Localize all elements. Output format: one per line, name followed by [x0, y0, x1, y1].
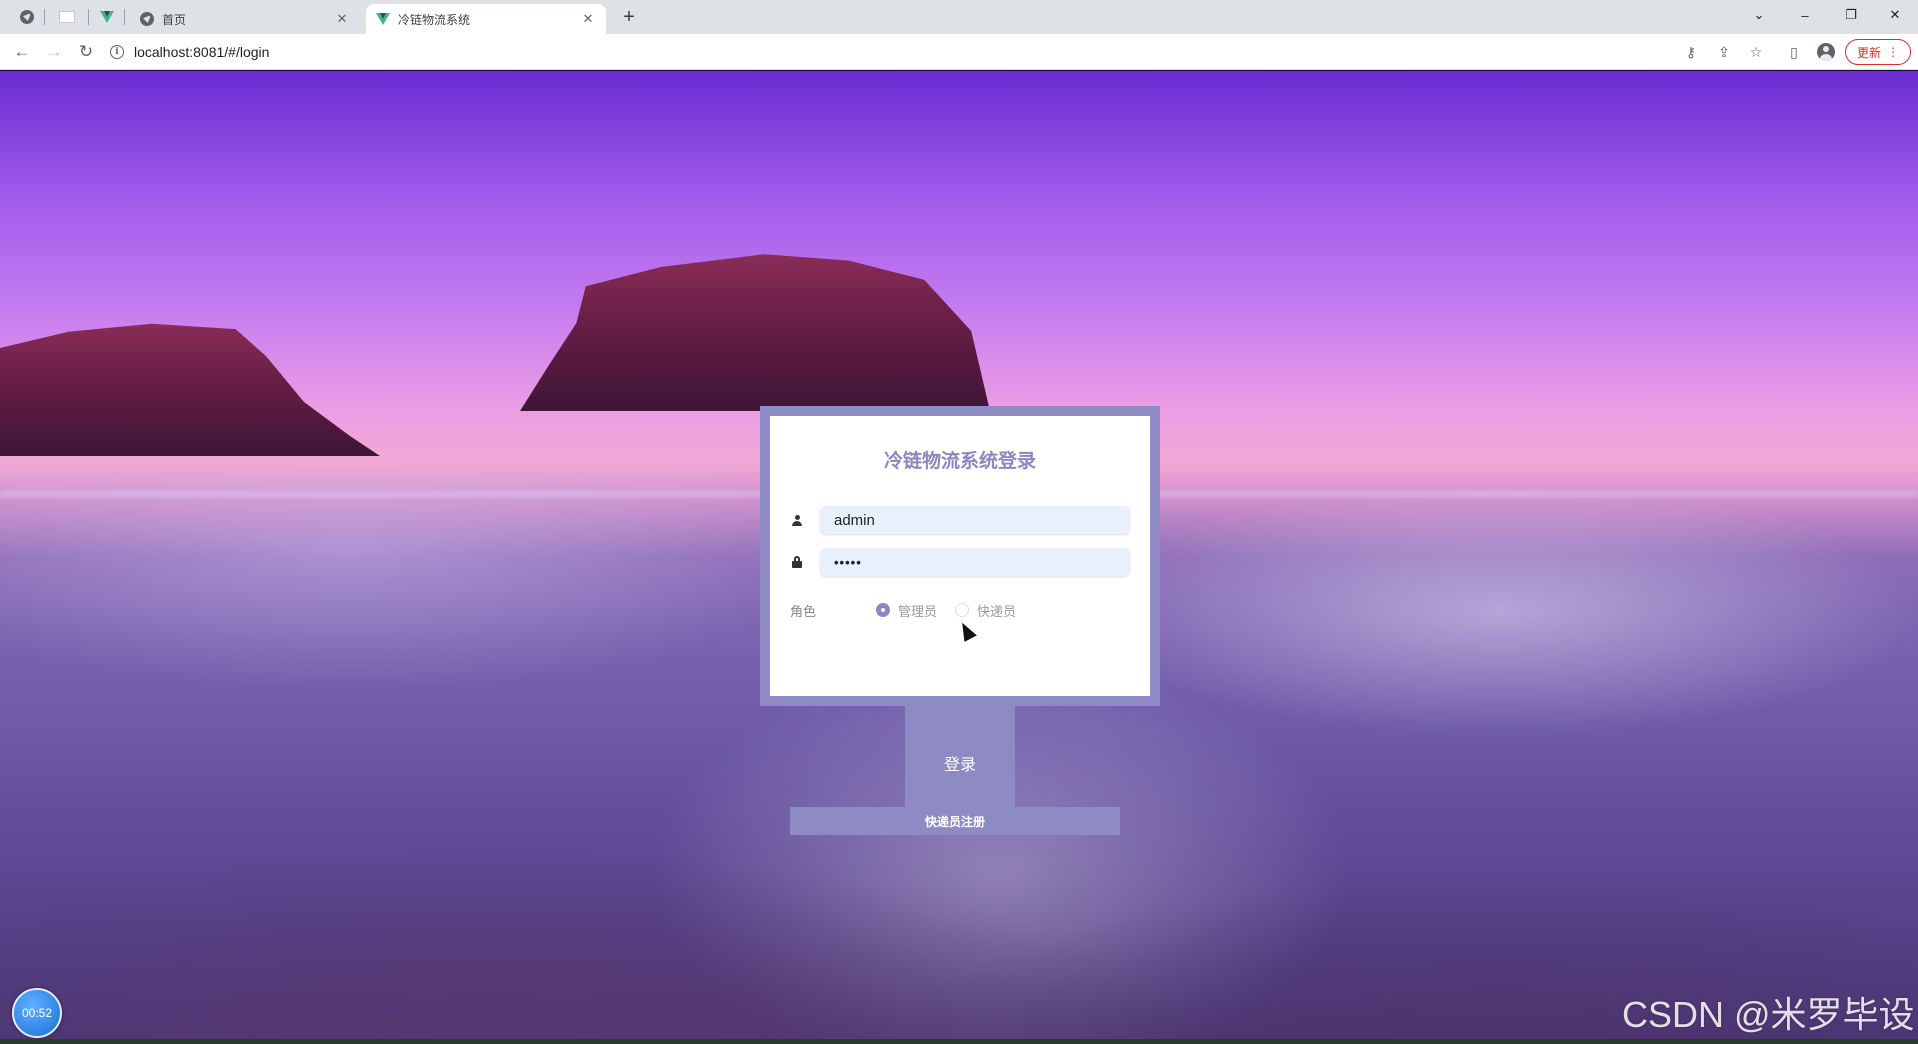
- update-button[interactable]: 更新 ⋮: [1845, 39, 1911, 65]
- radio-label: 快递员: [977, 603, 1017, 619]
- key-icon[interactable]: ⚷: [1680, 41, 1702, 63]
- new-tab-button[interactable]: +: [616, 4, 642, 30]
- password-input[interactable]: •••••: [820, 548, 1130, 576]
- share-icon[interactable]: ⇪: [1713, 41, 1735, 63]
- site-info-icon[interactable]: i: [110, 45, 124, 59]
- page-thumbnail-icon: [59, 11, 75, 23]
- close-window-button[interactable]: ✕: [1872, 0, 1918, 30]
- avatar: [1817, 43, 1835, 61]
- login-panel: 冷链物流系统登录 admin ••••• 角色 管理员 快递员: [770, 416, 1150, 696]
- watermark: CSDN @米罗毕设: [1622, 994, 1915, 1035]
- tab-close-icon[interactable]: ✕: [334, 11, 350, 27]
- profile-icon[interactable]: [1815, 41, 1837, 63]
- username-input[interactable]: admin: [820, 506, 1130, 534]
- tab-title: 首页: [162, 12, 187, 27]
- address-bar-row: ← → ↻ i localhost:8081/#/login ⚷ ⇪ ☆ ▯ 更…: [0, 34, 1918, 70]
- login-title: 冷链物流系统登录: [883, 451, 1036, 472]
- more-menu-icon: ⋮: [1887, 45, 1899, 59]
- tab-separator: [44, 9, 45, 25]
- role-label: 角色: [790, 603, 817, 619]
- radio-label: 管理员: [898, 603, 938, 619]
- minimize-button[interactable]: –: [1782, 0, 1828, 30]
- radio-unchecked-icon: [955, 603, 970, 617]
- forward-button[interactable]: →: [40, 38, 68, 66]
- role-selector: 角色 管理员 快递员: [790, 600, 1130, 620]
- globe-icon: [140, 12, 154, 26]
- pinned-tab-1[interactable]: [12, 6, 42, 28]
- reload-button[interactable]: ↻: [72, 38, 100, 66]
- password-row: •••••: [790, 548, 1130, 576]
- tab-search-dropdown-icon[interactable]: ⌄: [1736, 0, 1782, 30]
- tab-cold-chain[interactable]: 冷链物流系统 ✕: [366, 4, 606, 34]
- globe-icon: [20, 10, 34, 24]
- tab-close-icon[interactable]: ✕: [580, 11, 596, 27]
- login-card: 冷链物流系统登录 admin ••••• 角色 管理员 快递员: [760, 406, 1160, 706]
- recording-timer: 00:52: [12, 988, 62, 1038]
- role-radio-courier[interactable]: 快递员: [955, 601, 1016, 620]
- center-rock: [520, 254, 990, 411]
- pinned-tab-3[interactable]: [92, 6, 122, 28]
- tab-home[interactable]: 首页 ✕: [130, 4, 360, 34]
- username-row: admin: [790, 506, 1130, 534]
- update-label: 更新: [1856, 45, 1881, 60]
- restore-button[interactable]: ❐: [1828, 0, 1874, 30]
- url-text[interactable]: localhost:8081/#/login: [134, 44, 269, 60]
- back-button[interactable]: ←: [8, 38, 36, 66]
- tab-title: 冷链物流系统: [398, 12, 471, 27]
- user-icon: [790, 513, 804, 527]
- courier-register-button[interactable]: 快递员注册: [790, 807, 1120, 835]
- login-button[interactable]: 登录: [905, 706, 1015, 809]
- tab-separator: [88, 9, 89, 25]
- vue-logo-icon: [100, 11, 114, 23]
- lock-icon: [790, 555, 804, 569]
- pinned-tab-2[interactable]: [52, 6, 82, 28]
- left-rock: [0, 323, 380, 456]
- radio-checked-icon: [876, 603, 890, 617]
- browser-tab-strip: 首页 ✕ 冷链物流系统 ✕ + ⌄ – ❐ ✕: [0, 0, 1918, 34]
- omnibox[interactable]: i localhost:8081/#/login: [110, 38, 1810, 66]
- taskbar-edge: [0, 1039, 1918, 1044]
- role-radio-admin[interactable]: 管理员: [876, 601, 937, 620]
- star-icon[interactable]: ☆: [1745, 41, 1767, 63]
- vue-logo-icon: [376, 13, 390, 25]
- sidebar-icon[interactable]: ▯: [1783, 41, 1805, 63]
- tab-separator: [124, 9, 125, 25]
